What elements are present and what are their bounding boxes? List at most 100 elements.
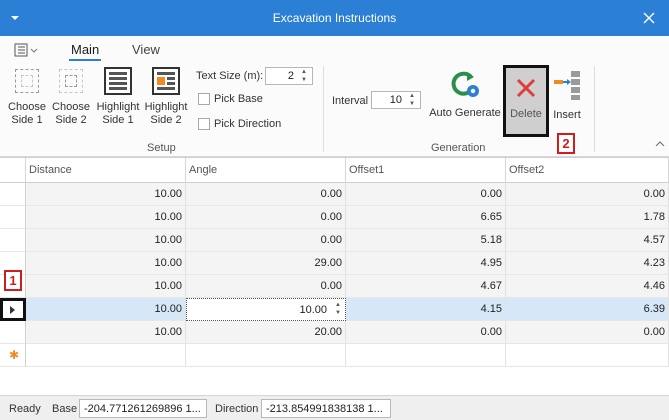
direction-label: Direction [215,403,259,415]
table-cell-distance[interactable]: 10.00 [26,298,186,321]
group-separator [594,66,595,152]
generation-group-label: Generation [431,142,486,154]
annotation-marker-2: 2 [557,133,575,154]
column-header-angle[interactable]: Angle [186,158,346,183]
table-cell-distance[interactable]: 10.00 [26,229,186,252]
tab-main[interactable]: Main [68,42,102,61]
base-label: Base [52,403,78,415]
table-cell-offset2[interactable]: 6.39 [506,298,669,321]
row-indicator-header [0,158,26,183]
pick-direction-label[interactable]: Pick Direction [214,118,281,130]
column-header-offset2[interactable]: Offset2 [506,158,669,183]
insert-label: Insert [553,109,581,121]
direction-value-field: -213.854991838138 1... [261,399,391,418]
app-menu-button[interactable] [14,42,40,58]
row-indicator[interactable] [0,298,26,321]
insert-button[interactable]: Insert [549,69,585,121]
choose-side-2-icon [57,67,85,95]
delete-x-icon [516,78,536,98]
status-ready: Ready [9,403,41,415]
spinner-arrows-icon[interactable]: ▲ ▼ [298,68,310,84]
table-cell-offset2[interactable]: 4.46 [506,275,669,298]
close-window-button[interactable] [629,0,669,36]
highlight-side-1-icon [104,67,132,95]
table-cell-offset2[interactable]: 4.57 [506,229,669,252]
status-bar: Ready Base -204.771261269896 1... Direct… [0,395,669,420]
table-cell-offset1[interactable]: 4.15 [346,298,506,321]
new-row-indicator[interactable]: ✱ [0,344,26,367]
pick-base-label[interactable]: Pick Base [214,93,263,105]
table-cell-angle[interactable]: 0.00 [186,229,346,252]
chevron-up-icon [655,141,665,147]
table-cell-offset1[interactable]: 4.67 [346,275,506,298]
collapse-ribbon-button[interactable] [655,139,665,151]
annotation-marker-1: 1 [4,270,22,291]
choose-side-1-button[interactable]: Choose Side 1 [4,67,50,127]
table-cell-distance[interactable]: 10.00 [26,183,186,206]
new-row-cell[interactable] [346,344,506,367]
table-cell-distance[interactable]: 10.00 [26,252,186,275]
table-cell-angle[interactable]: 0.00 [186,183,346,206]
interval-value: 10 [389,94,402,106]
auto-generate-button[interactable]: Auto Generate [428,69,502,119]
new-row-cell[interactable] [26,344,186,367]
pick-base-checkbox[interactable] [198,93,210,105]
group-separator [323,66,324,152]
highlight-side-2-button[interactable]: Highlight Side 2 [143,67,189,127]
table-cell-offset1[interactable]: 0.00 [346,183,506,206]
table-cell-angle[interactable]: 20.00 [186,321,346,344]
table-cell-offset1[interactable]: 0.00 [346,321,506,344]
table-cell-offset1[interactable]: 6.65 [346,206,506,229]
title-bar: Excavation Instructions [0,0,669,36]
column-header-offset1[interactable]: Offset1 [346,158,506,183]
interval-spinner[interactable]: 10 ▲ ▼ [371,91,421,109]
interval-label: Interval [332,95,369,107]
table-cell-offset2[interactable]: 1.78 [506,206,669,229]
tab-view[interactable]: View [132,42,160,57]
delete-button[interactable]: Delete [503,65,549,137]
auto-generate-label: Auto Generate [429,107,501,119]
editing-cell-value[interactable]: 10.00 [299,304,327,316]
row-indicator[interactable] [0,321,26,344]
table-cell-angle[interactable]: 29.00 [186,252,346,275]
data-grid: Distance Angle Offset1 Offset2 10.00 0.00 0.00… [0,157,669,395]
table-cell-offset2[interactable]: 0.00 [506,321,669,344]
table-cell-angle[interactable]: 0.00 [186,206,346,229]
row-indicator[interactable] [0,206,26,229]
highlight-side-2-label: Highlight Side 2 [144,101,188,126]
delete-label: Delete [510,108,542,120]
table-cell-distance[interactable]: 10.00 [26,206,186,229]
text-size-label: Text Size (m): [196,70,264,82]
spinner-arrows-icon[interactable]: ▲ ▼ [406,92,418,108]
table-cell-distance[interactable]: 10.00 [26,321,186,344]
highlight-side-1-label: Highlight Side 1 [96,101,140,126]
new-row-star-icon: ✱ [9,348,20,362]
new-row-cell[interactable] [186,344,346,367]
choose-side-1-icon [13,67,41,95]
new-row-cell[interactable] [506,344,669,367]
table-cell-distance[interactable]: 10.00 [26,275,186,298]
text-size-spinner[interactable]: 2 ▲ ▼ [265,67,313,85]
editing-cell-angle[interactable]: 10.00 ▲ ▼ [186,298,346,321]
text-size-value: 2 [287,70,294,82]
highlight-side-2-icon [152,67,180,95]
highlight-side-1-button[interactable]: Highlight Side 1 [95,67,141,127]
row-indicator[interactable] [0,183,26,206]
current-row-arrow-icon [10,306,15,314]
setup-group-label: Setup [147,142,176,154]
pick-direction-checkbox[interactable] [198,118,210,130]
auto-generate-icon [451,71,479,97]
base-value-field: -204.771261269896 1... [79,399,207,418]
table-cell-offset1[interactable]: 5.18 [346,229,506,252]
table-cell-offset2[interactable]: 0.00 [506,183,669,206]
column-header-distance[interactable]: Distance [26,158,186,183]
table-cell-angle[interactable]: 0.00 [186,275,346,298]
table-cell-offset2[interactable]: 4.23 [506,252,669,275]
close-icon [643,12,655,24]
spinner-arrows-icon[interactable]: ▲ ▼ [335,301,341,317]
table-cell-offset1[interactable]: 4.95 [346,252,506,275]
row-indicator[interactable] [0,229,26,252]
choose-side-1-label: Choose Side 1 [8,101,46,126]
ribbon-tabs: Main View [0,36,669,61]
choose-side-2-button[interactable]: Choose Side 2 [48,67,94,127]
